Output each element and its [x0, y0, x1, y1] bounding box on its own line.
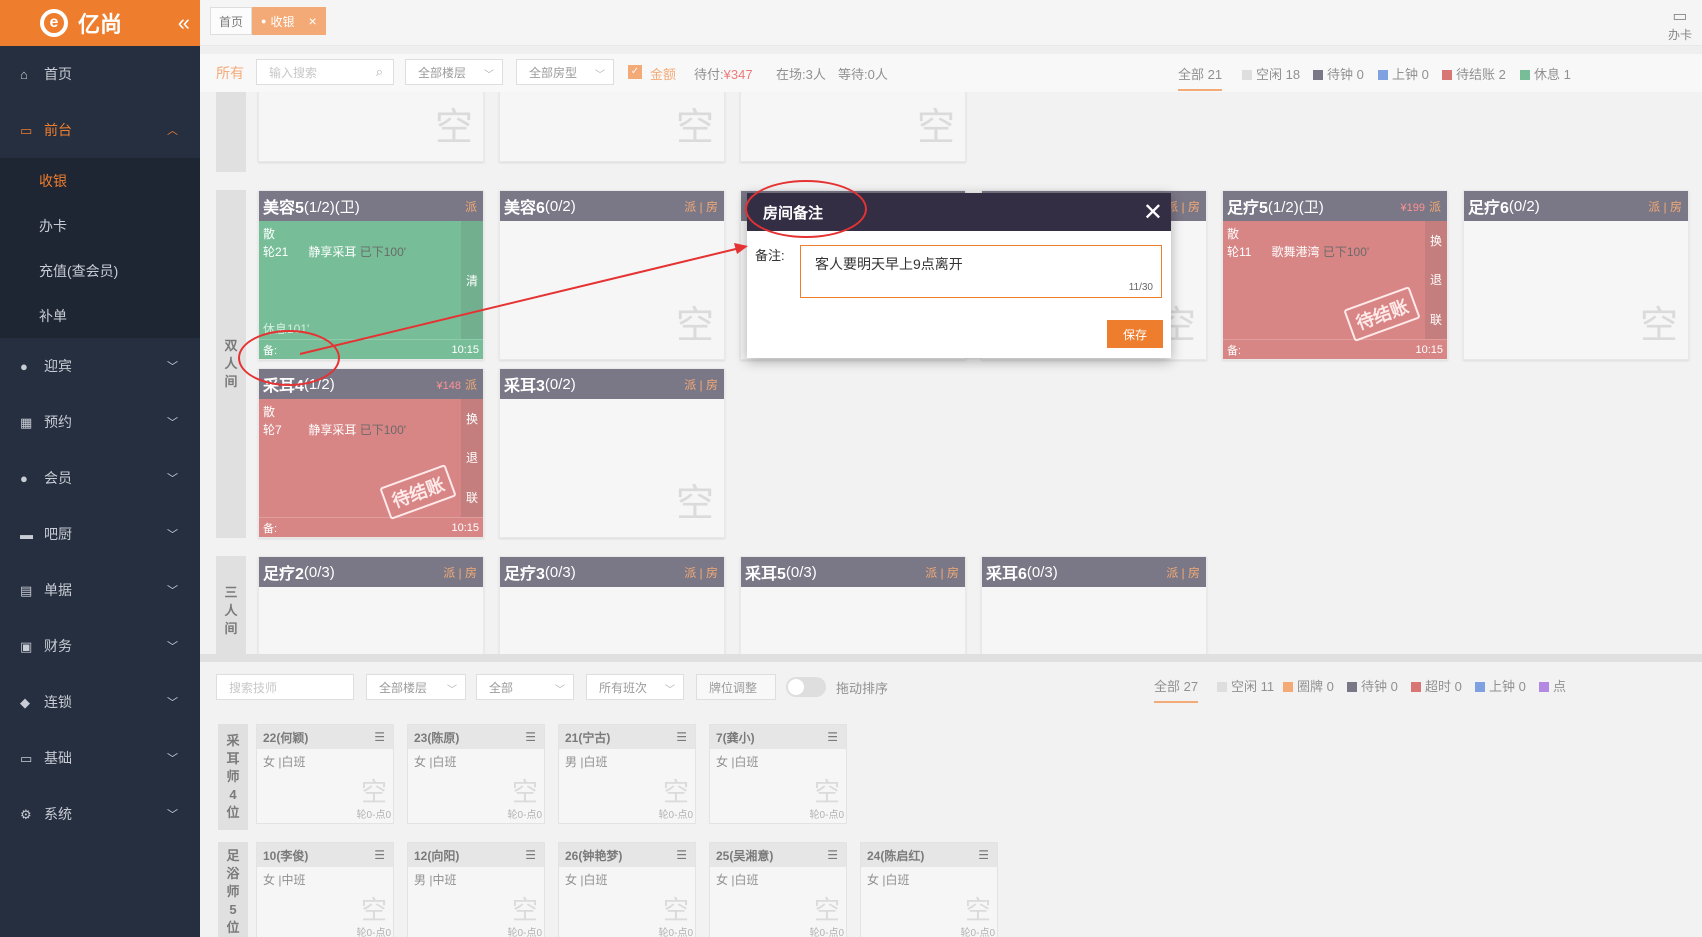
- annotation-arrow: [299, 243, 748, 355]
